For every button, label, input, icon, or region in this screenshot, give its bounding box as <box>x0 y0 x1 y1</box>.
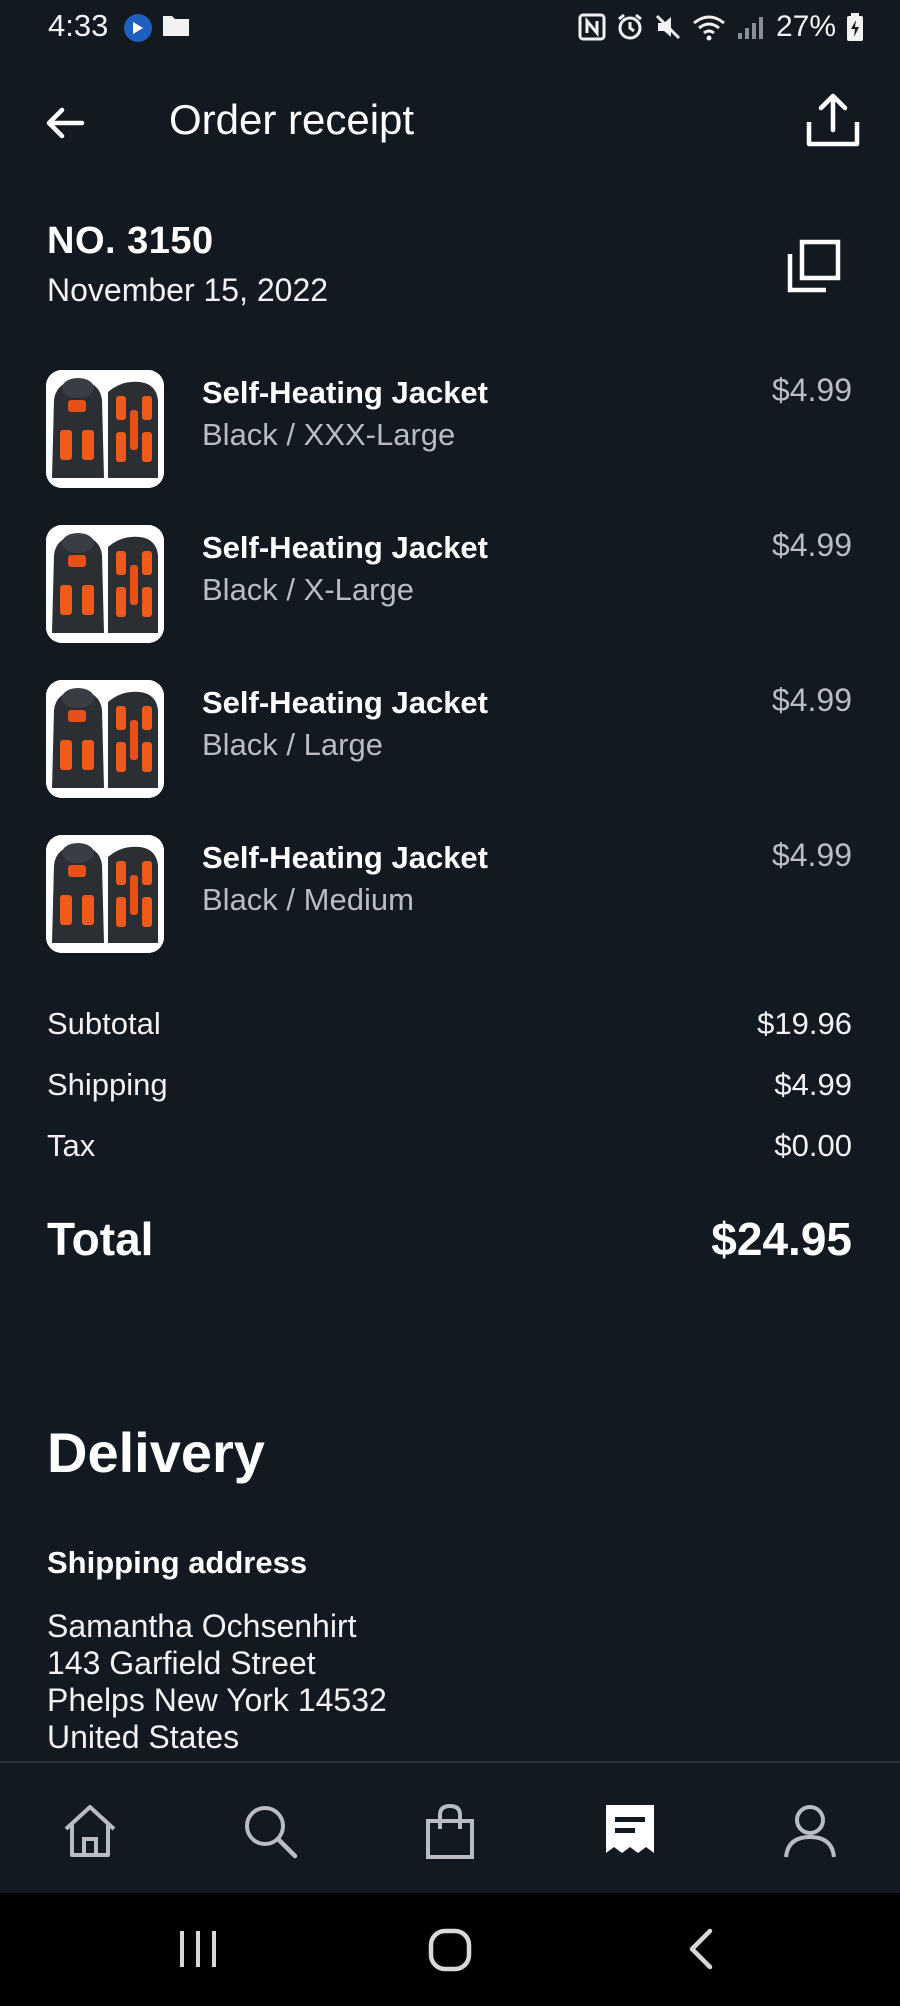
app-badge-icon <box>124 13 152 42</box>
search-icon <box>245 1806 298 1859</box>
battery-charging-icon <box>846 12 864 42</box>
nav-orders[interactable] <box>600 1801 660 1861</box>
folder-icon <box>162 13 190 42</box>
nav-search[interactable] <box>240 1801 300 1861</box>
item-variant: Black / X-Large <box>202 572 414 607</box>
status-time: 4:33 <box>48 8 109 43</box>
product-thumbnail <box>46 835 164 953</box>
chevron-left-icon <box>689 1928 713 1970</box>
item-price: $4.99 <box>771 837 852 873</box>
copy-button[interactable] <box>786 238 842 294</box>
nav-home[interactable] <box>60 1801 120 1861</box>
product-thumbnail <box>46 370 164 488</box>
arrow-left-icon <box>46 107 85 139</box>
subtotal-row: Subtotal $19.96 <box>47 1006 852 1067</box>
receipt-icon <box>606 1805 654 1853</box>
total-label: Total <box>47 1213 154 1265</box>
item-price: $4.99 <box>771 682 852 718</box>
nav-shop[interactable] <box>420 1801 480 1861</box>
home-circle-icon <box>428 1928 472 1972</box>
tax-label: Tax <box>47 1128 96 1163</box>
recent-apps-icon <box>180 1931 216 1967</box>
list-item[interactable]: Self-Heating Jacket Black / X-Large $4.9… <box>0 524 900 679</box>
item-name: Self-Heating Jacket <box>202 840 488 875</box>
signal-icon <box>736 13 766 41</box>
battery-percent: 27% <box>775 10 836 43</box>
item-price: $4.99 <box>771 372 852 408</box>
shipping-address-heading: Shipping address <box>47 1545 308 1580</box>
nav-profile[interactable] <box>780 1801 840 1861</box>
item-price: $4.99 <box>771 527 852 563</box>
system-navigation-bar <box>0 1893 900 2006</box>
copy-icon <box>787 239 841 293</box>
wifi-icon <box>692 13 726 41</box>
status-bar: 4:33 27% <box>0 0 900 56</box>
item-variant: Black / XXX-Large <box>202 417 456 452</box>
tax-row: Tax $0.00 <box>47 1128 852 1189</box>
product-thumbnail <box>46 680 164 798</box>
nfc-icon <box>578 13 606 41</box>
product-thumbnail <box>46 525 164 643</box>
delivery-heading: Delivery <box>47 1421 265 1484</box>
share-button[interactable] <box>804 90 862 150</box>
item-name: Self-Heating Jacket <box>202 530 488 565</box>
order-item-list: Self-Heating Jacket Black / XXX-Large $4… <box>0 369 900 989</box>
item-name: Self-Heating Jacket <box>202 375 488 410</box>
shipping-value: $4.99 <box>774 1067 852 1102</box>
back-system-button[interactable] <box>686 1927 716 1976</box>
subtotal-label: Subtotal <box>47 1006 161 1041</box>
tax-value: $0.00 <box>774 1128 852 1163</box>
address-line: Samantha Ochsenhirt <box>47 1608 357 1644</box>
address-line: Phelps New York 14532 <box>47 1682 387 1718</box>
address-line: 143 Garfield Street <box>47 1645 316 1681</box>
subtotal-value: $19.96 <box>757 1006 852 1041</box>
item-variant: Black / Large <box>202 727 383 762</box>
shipping-label: Shipping <box>47 1067 168 1102</box>
order-date: November 15, 2022 <box>47 272 329 308</box>
bottom-nav <box>0 1761 900 1895</box>
address-line: United States <box>47 1719 240 1755</box>
home-system-button[interactable] <box>427 1927 473 1978</box>
shopping-bag-icon <box>426 1803 474 1859</box>
shipping-row: Shipping $4.99 <box>47 1067 852 1128</box>
shipping-address: Samantha Ochsenhirt 143 Garfield Street … <box>47 1608 387 1756</box>
app-bar: Order receipt <box>0 80 900 164</box>
profile-icon <box>784 1805 836 1858</box>
list-item[interactable]: Self-Heating Jacket Black / Medium $4.99 <box>0 834 900 989</box>
item-variant: Black / Medium <box>202 882 414 917</box>
home-icon <box>64 1805 116 1857</box>
share-upload-icon <box>806 93 860 147</box>
list-item[interactable]: Self-Heating Jacket Black / XXX-Large $4… <box>0 369 900 524</box>
mute-icon <box>654 13 682 41</box>
item-name: Self-Heating Jacket <box>202 685 488 720</box>
total-value: $24.95 <box>711 1213 852 1265</box>
list-item[interactable]: Self-Heating Jacket Black / Large $4.99 <box>0 679 900 834</box>
recent-apps-button[interactable] <box>176 1927 220 1976</box>
order-summary: Subtotal $19.96 Shipping $4.99 Tax $0.00 <box>47 1006 852 1189</box>
page-title: Order receipt <box>169 96 415 143</box>
order-number: NO. 3150 <box>47 220 214 262</box>
alarm-icon <box>616 13 644 41</box>
back-button[interactable] <box>40 98 90 148</box>
